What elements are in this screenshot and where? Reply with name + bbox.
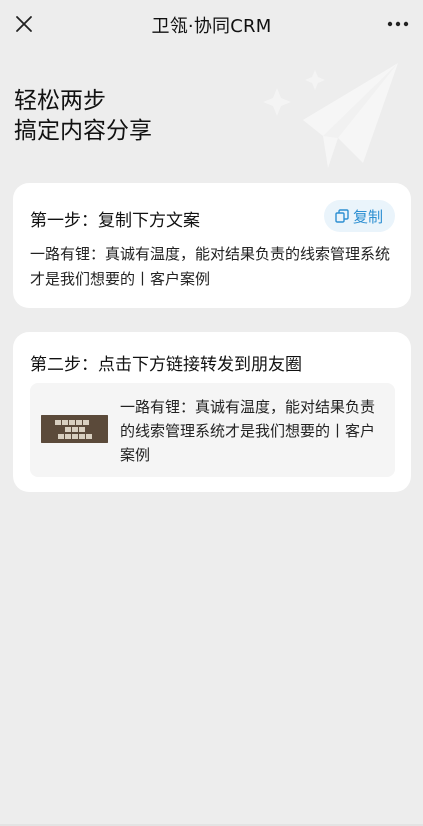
article-link-title: 一路有锂：真诚有温度，能对结果负责的线索管理系统才是我们想要的丨客户案例: [120, 398, 376, 464]
step-two-title: 第二步：点击下方链接转发到朋友圈: [30, 355, 302, 375]
paper-plane-icon: [263, 63, 398, 168]
step-one-card: 第一步：复制下方文案 复制 一路有锂：真诚有温度，能对结果负责的线索管理系统才是…: [13, 183, 411, 308]
top-navigation-bar: 卫瓴·协同CRM: [0, 0, 423, 48]
more-horizontal-icon[interactable]: [383, 10, 413, 38]
page-title: 卫瓴·协同CRM: [151, 16, 272, 37]
hero-heading: 轻松两步 搞定内容分享: [14, 86, 152, 146]
hero-line-2: 搞定内容分享: [14, 118, 152, 144]
step-two-card: 第二步：点击下方链接转发到朋友圈 一路有锂：真诚有温度，能对结果负责的线索管理系…: [13, 332, 411, 492]
copy-button[interactable]: 复制: [323, 200, 395, 232]
article-link-card[interactable]: 一路有锂：真诚有温度，能对结果负责的线索管理系统才是我们想要的丨客户案例: [30, 383, 395, 477]
copy-button-label: 复制: [352, 207, 383, 226]
hero-line-1: 轻松两步: [14, 88, 106, 114]
copy-icon: [335, 209, 349, 223]
share-copy-text: 一路有锂：真诚有温度，能对结果负责的线索管理系统才是我们想要的丨客户案例: [30, 245, 391, 288]
step-one-title: 第一步：复制下方文案: [30, 211, 200, 231]
article-thumbnail: [41, 415, 108, 443]
